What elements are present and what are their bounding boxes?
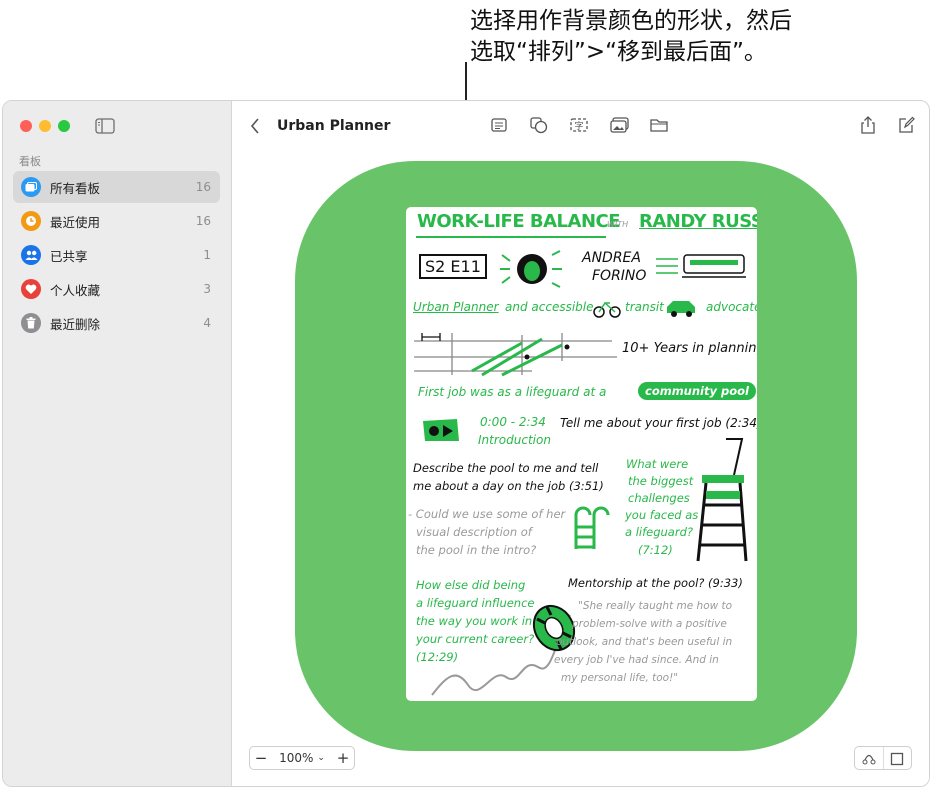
bottom-right-controls bbox=[854, 746, 912, 770]
sidebar-item-count: 1 bbox=[203, 248, 211, 262]
canvas[interactable]: WORK-LIFE BALANCE WITH RANDY RUSSO S2 E1… bbox=[232, 153, 929, 786]
question-pool-line-1: Describe the pool to me and tell bbox=[413, 461, 599, 475]
lifeguard-chair-icon bbox=[696, 438, 748, 562]
question-challenges-line-3: challenges bbox=[628, 491, 690, 505]
question-career-line-1: How else did being bbox=[416, 578, 526, 592]
sidebar-item-count: 3 bbox=[203, 282, 211, 296]
sidebar-item-recent[interactable]: 最近使用 16 bbox=[13, 205, 220, 237]
sketchnote-board[interactable]: WORK-LIFE BALANCE WITH RANDY RUSSO S2 E1… bbox=[406, 207, 757, 701]
note-line-1: - Could we use some of her bbox=[408, 507, 566, 521]
question-challenges-line-5: a lifeguard? bbox=[625, 525, 693, 539]
bicycle-icon bbox=[593, 301, 621, 318]
sidebar-item-count: 16 bbox=[195, 214, 211, 228]
text-box-icon[interactable] bbox=[490, 116, 508, 138]
callout-line-2: 选取“排列”>“移到最后面”。 bbox=[470, 39, 767, 65]
people-icon bbox=[21, 245, 41, 265]
sidebar: 看板 所有看板 16 最近使用 16 已共享 1 个人收藏 3 最近删除 4 bbox=[3, 101, 232, 786]
question-challenges-line-2: the biggest bbox=[628, 474, 694, 488]
pool-ladder-icon bbox=[574, 506, 610, 549]
guest-last-name: FORINO bbox=[592, 268, 647, 284]
sidebar-item-label: 已共享 bbox=[50, 248, 88, 264]
tram-icon bbox=[656, 254, 746, 278]
role-text-4: advocate bbox=[706, 300, 757, 314]
connector-icon[interactable] bbox=[861, 750, 877, 770]
media-icon[interactable] bbox=[609, 116, 631, 138]
clock-icon bbox=[21, 211, 41, 231]
play-icon bbox=[423, 419, 459, 441]
question-mentorship: Mentorship at the pool? (9:33) bbox=[568, 576, 743, 590]
close-button[interactable] bbox=[20, 120, 32, 132]
note-line-3: the pool in the intro? bbox=[416, 543, 537, 557]
minimize-button[interactable] bbox=[39, 120, 51, 132]
divider bbox=[883, 747, 884, 769]
first-job-text: First job was as a lifeguard at a bbox=[418, 385, 607, 399]
zoom-level-select[interactable]: 100% ⌄ bbox=[272, 751, 332, 765]
text-icon[interactable]: 字 bbox=[569, 116, 589, 138]
zoom-out-button[interactable]: − bbox=[250, 749, 272, 767]
chevron-down-icon: ⌄ bbox=[317, 753, 325, 763]
zoom-window-button[interactable] bbox=[58, 120, 70, 132]
fit-to-screen-icon[interactable] bbox=[890, 751, 904, 770]
question-first-job: Tell me about your first job (2:34) bbox=[560, 416, 757, 430]
question-challenges-line-6: (7:12) bbox=[638, 543, 673, 557]
folder-icon[interactable] bbox=[649, 116, 669, 138]
svg-text:字: 字 bbox=[574, 120, 583, 132]
zoom-in-button[interactable]: + bbox=[332, 749, 354, 767]
role-text-3: transit bbox=[625, 300, 664, 314]
callout-text: 选择用作背景颜色的形状，然后 选取“排列”>“移到最后面”。 bbox=[470, 6, 890, 68]
sidebar-item-label: 最近删除 bbox=[50, 316, 101, 332]
trash-icon bbox=[21, 313, 41, 333]
car-icon bbox=[667, 301, 695, 317]
zoom-control: − 100% ⌄ + bbox=[249, 746, 355, 770]
role-text-1: Urban Planner bbox=[413, 300, 499, 314]
sidebar-item-label: 最近使用 bbox=[50, 214, 101, 230]
question-challenges-line-4: you faced as bbox=[625, 508, 699, 522]
sidebar-item-count: 4 bbox=[203, 316, 211, 330]
street-map-icon bbox=[414, 333, 617, 377]
sidebar-item-shared[interactable]: 已共享 1 bbox=[13, 239, 220, 271]
quote-line-5: my personal life, too!" bbox=[561, 672, 679, 684]
sidebar-item-count: 16 bbox=[195, 180, 211, 194]
new-board-icon[interactable] bbox=[897, 115, 915, 139]
quote-line-3: outlook, and that's been useful in bbox=[556, 636, 733, 648]
episode-badge: S2 E11 bbox=[419, 254, 487, 279]
quote-line-1: "She really taught me how to bbox=[578, 600, 733, 612]
title-underline bbox=[416, 236, 606, 238]
heart-icon bbox=[21, 279, 41, 299]
role-text-2: and accessible bbox=[505, 300, 594, 314]
guest-first-name: ANDREA bbox=[582, 250, 641, 266]
sidebar-item-all-boards[interactable]: 所有看板 16 bbox=[13, 171, 220, 203]
guest-portrait-icon bbox=[500, 250, 562, 288]
shapes-icon[interactable] bbox=[529, 116, 549, 138]
zoom-level: 100% bbox=[279, 751, 314, 765]
intro-label: Introduction bbox=[478, 433, 551, 447]
share-icon[interactable] bbox=[859, 115, 877, 139]
sidebar-item-favorites[interactable]: 个人收藏 3 bbox=[13, 273, 220, 305]
years-text: 10+ Years in planning bbox=[622, 341, 757, 356]
quote-line-2: problem-solve with a positive bbox=[572, 618, 727, 630]
page-title: Urban Planner bbox=[277, 118, 391, 134]
back-chevron-icon[interactable] bbox=[249, 117, 261, 139]
board-title-with: WITH bbox=[607, 220, 629, 229]
boards-icon bbox=[21, 177, 41, 197]
board-title-right: RANDY RUSSO bbox=[639, 211, 757, 232]
sidebar-item-label: 个人收藏 bbox=[50, 282, 101, 298]
sidebar-toggle-icon[interactable] bbox=[95, 118, 115, 138]
intro-time: 0:00 - 2:34 bbox=[480, 415, 546, 429]
note-line-2: visual description of bbox=[416, 525, 532, 539]
question-pool-line-2: me about a day on the job (3:51) bbox=[413, 479, 604, 493]
app-window: 看板 所有看板 16 最近使用 16 已共享 1 个人收藏 3 最近删除 4 U… bbox=[2, 100, 930, 787]
community-pool-badge: community pool bbox=[638, 382, 756, 400]
question-challenges-line-1: What were bbox=[626, 457, 689, 471]
section-title: 看板 bbox=[19, 155, 41, 168]
callout-line-1: 选择用作背景颜色的形状，然后 bbox=[470, 8, 792, 34]
sidebar-item-recently-deleted[interactable]: 最近删除 4 bbox=[13, 307, 220, 339]
quote-line-4: every job I've had since. And in bbox=[554, 654, 719, 666]
sidebar-item-label: 所有看板 bbox=[50, 180, 101, 196]
board-title-left: WORK-LIFE BALANCE bbox=[417, 211, 621, 232]
